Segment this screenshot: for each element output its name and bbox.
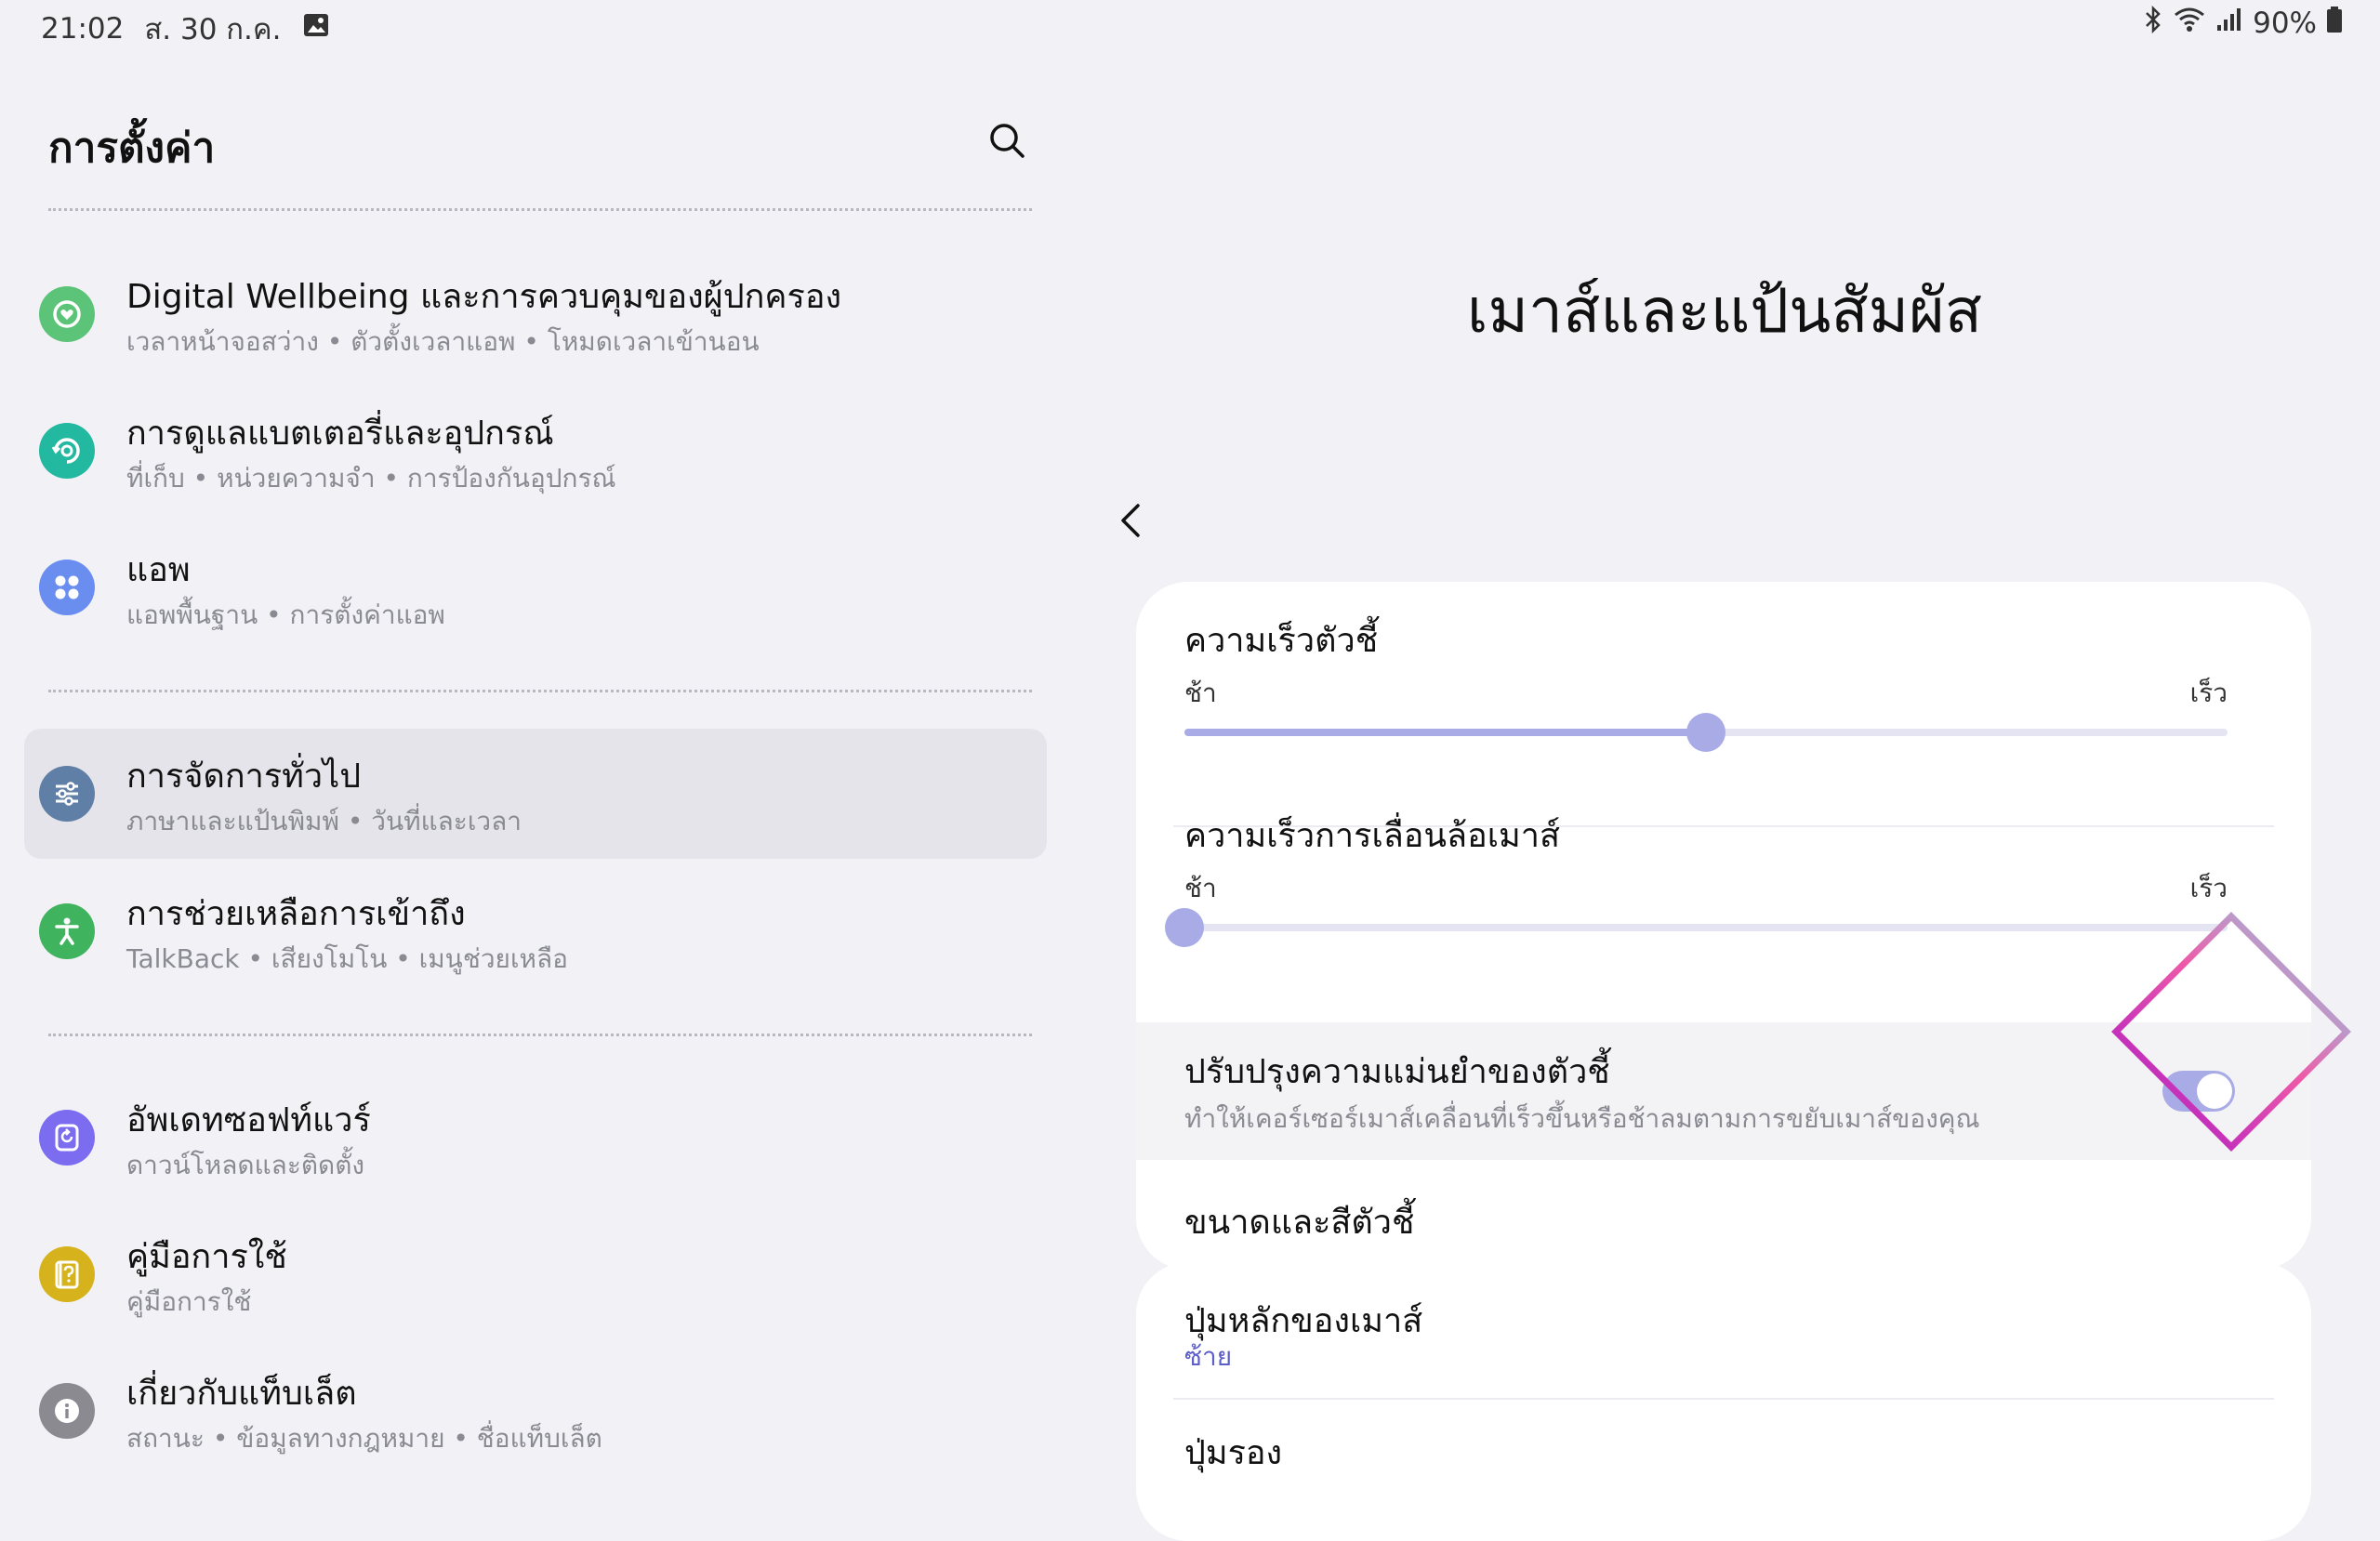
settings-item-about-tablet[interactable]: เกี่ยวกับแท็บเล็ต สถานะ • ข้อมูลทางกฎหมา… (24, 1346, 1047, 1476)
chevron-left-icon (1121, 504, 1140, 537)
settings-item-apps[interactable]: แอพ แอพพื้นฐาน • การตั้งค่าแอพ (24, 522, 1047, 652)
slider-thumb[interactable] (1686, 713, 1726, 752)
scroll-speed-label: ความเร็วการเลื่อนล้อเมาส์ (1184, 817, 1560, 855)
about-tablet-icon (39, 1383, 95, 1439)
settings-item-device-care[interactable]: การดูแลแบตเตอรี่และอุปกรณ์ ที่เก็บ • หน่… (24, 386, 1047, 516)
settings-list-pane: การตั้งค่า Digital Wellbeing และการควบคุ… (0, 48, 1069, 1487)
general-management-icon (39, 766, 95, 822)
item-subtitle: เวลาหน้าจอสว่าง • ตัวตั้งเวลาแอพ • โหมดเ… (126, 326, 760, 357)
item-subtitle: คู่มือการใช้ (126, 1286, 252, 1317)
item-subtitle: ภาษาและแป้นพิมพ์ • วันที่และเวลา (126, 806, 522, 836)
item-title: เกี่ยวกับแท็บเล็ต (126, 1375, 357, 1413)
pointer-precision-description: ทำให้เคอร์เซอร์เมาส์เคลื่อนที่เร็วขึ้นหร… (1184, 1103, 1980, 1134)
wifi-icon (2173, 6, 2206, 41)
battery-icon (2326, 6, 2343, 41)
user-manual-icon (39, 1246, 95, 1302)
item-title: การดูแลแบตเตอรี่และอุปกรณ์ (126, 415, 554, 453)
slider-thumb[interactable] (1165, 908, 1204, 947)
pointer-precision-label: ปรับปรุงความแม่นยำของตัวชี้ (1184, 1053, 1610, 1091)
item-title: แอพ (126, 551, 191, 589)
status-bar: 21:02 ส. 30 ก.ค. 90% (0, 0, 2380, 48)
scroll-speed-slider[interactable] (1165, 908, 2228, 947)
scroll-speed-min-label: ช้า (1184, 873, 1217, 903)
status-date: ส. 30 ก.ค. (144, 13, 282, 46)
divider (48, 690, 1032, 692)
pointer-speed-max-label: เร็ว (2189, 678, 2228, 708)
mouse-buttons-card: ปุ่มหลักของเมาส์ ซ้าย ปุ่มรอง (1136, 1262, 2311, 1541)
settings-item-digital-wellbeing[interactable]: Digital Wellbeing และการควบคุมของผู้ปกคร… (24, 249, 1047, 379)
item-title: การจัดการทั่วไป (126, 757, 362, 796)
item-subtitle: TalkBack • เสียงโมโน • เมนูช่วยเหลือ (126, 943, 568, 974)
page-title: เมาส์และแป้นสัมผัส (1466, 275, 1983, 347)
item-subtitle: ดาวน์โหลดและติดตั้ง (126, 1150, 365, 1180)
divider (48, 1034, 1032, 1036)
secondary-button-label[interactable]: ปุ่มรอง (1184, 1426, 1282, 1479)
pointer-size-color-label[interactable]: ขนาดและสีตัวชี้ (1184, 1195, 1414, 1248)
primary-button-value: ซ้าย (1184, 1341, 1233, 1372)
digital-wellbeing-icon (39, 286, 95, 342)
device-care-icon (39, 423, 95, 479)
software-update-icon (39, 1110, 95, 1166)
item-subtitle: ที่เก็บ • หน่วยความจำ • การป้องกันอุปกรณ… (126, 463, 616, 494)
settings-item-accessibility[interactable]: การช่วยเหลือการเข้าถึง TalkBack • เสียงโ… (24, 866, 1047, 996)
settings-title: การตั้งค่า (48, 125, 216, 172)
focus-highlight-diamond (2111, 912, 2351, 1152)
scroll-speed-max-label: เร็ว (2189, 873, 2228, 903)
item-title: คู่มือการใช้ (126, 1238, 287, 1276)
apps-icon (39, 560, 95, 615)
divider (48, 208, 1032, 211)
item-title: อัพเดทซอฟท์แวร์ (126, 1101, 371, 1139)
status-time: 21:02 (41, 12, 125, 46)
search-button[interactable] (982, 115, 1034, 167)
slider-fill (1184, 729, 1706, 736)
pointer-speed-min-label: ช้า (1184, 678, 1217, 708)
settings-item-general-management[interactable]: การจัดการทั่วไป ภาษาและแป้นพิมพ์ • วันที… (24, 729, 1047, 859)
settings-item-user-manual[interactable]: คู่มือการใช้ คู่มือการใช้ (24, 1209, 1047, 1339)
signal-icon (2215, 7, 2243, 40)
row-separator (1173, 1398, 2274, 1400)
image-icon (302, 12, 330, 46)
item-title: Digital Wellbeing และการควบคุมของผู้ปกคร… (126, 278, 842, 316)
back-button[interactable] (1106, 493, 1158, 548)
bluetooth-icon (2143, 5, 2163, 41)
accessibility-icon (39, 903, 95, 959)
item-subtitle: แอพพื้นฐาน • การตั้งค่าแอพ (126, 599, 445, 630)
pointer-speed-label: ความเร็วตัวชี้ (1184, 622, 1379, 660)
search-icon (990, 124, 1025, 158)
item-subtitle: สถานะ • ข้อมูลทางกฎหมาย • ชื่อแท็บเล็ต (126, 1423, 602, 1454)
detail-pane: เมาส์และแป้นสัมผัส ความเร็วตัวชี้ ช้า เร… (1069, 48, 2380, 1541)
pointer-speed-slider[interactable] (1184, 713, 2228, 752)
settings-item-software-update[interactable]: อัพเดทซอฟท์แวร์ ดาวน์โหลดและติดตั้ง (24, 1073, 1047, 1203)
item-title: การช่วยเหลือการเข้าถึง (126, 895, 466, 933)
battery-percent: 90% (2253, 7, 2317, 40)
